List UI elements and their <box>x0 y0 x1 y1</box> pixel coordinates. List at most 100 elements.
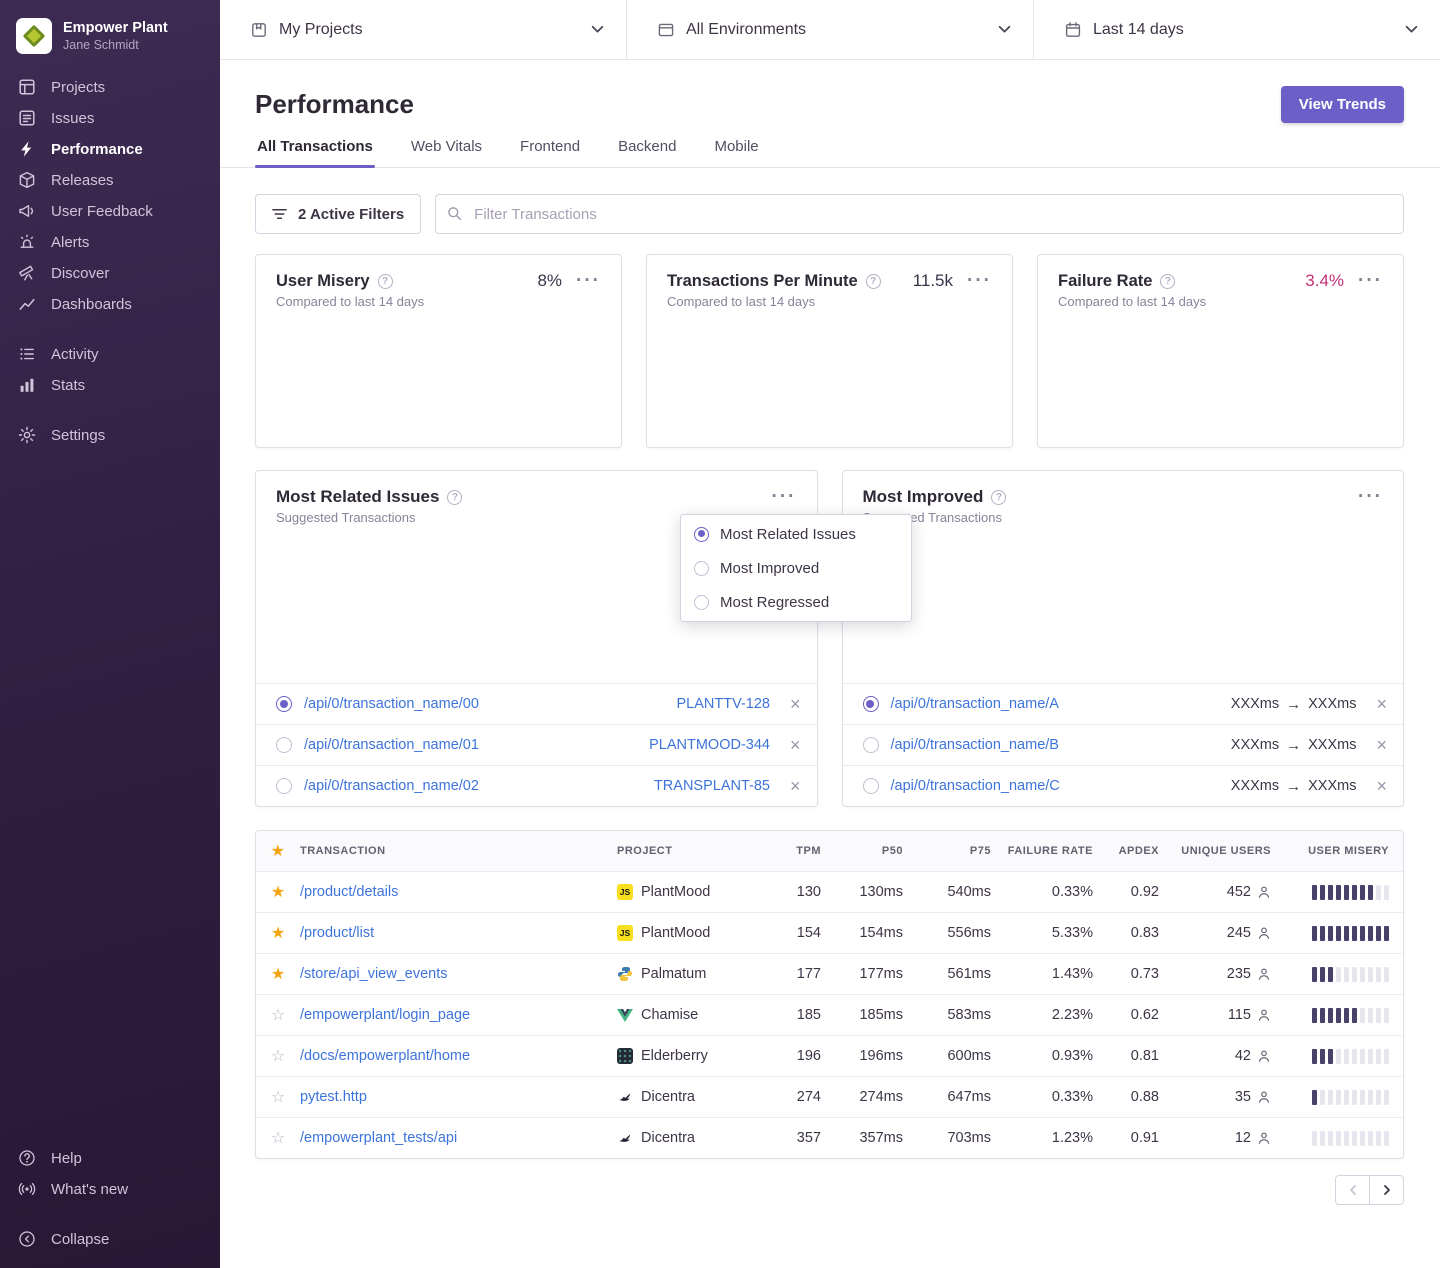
user-misery-chart[interactable] <box>276 321 601 433</box>
projects-icon <box>18 78 36 96</box>
star-icon[interactable] <box>256 1005 300 1025</box>
help-circle-icon[interactable] <box>991 490 1006 505</box>
ellipsis-menu-icon[interactable] <box>576 276 601 286</box>
active-filters-button[interactable]: 2 Active Filters <box>255 194 421 234</box>
project-filter-dropdown[interactable]: My Projects <box>220 0 627 59</box>
close-icon[interactable] <box>790 736 801 754</box>
transaction-link[interactable]: pytest.http <box>300 1089 617 1105</box>
close-icon[interactable] <box>1376 695 1387 713</box>
star-icon[interactable] <box>256 882 300 902</box>
ellipsis-menu-icon[interactable] <box>967 276 992 286</box>
tab-web-vitals[interactable]: Web Vitals <box>409 138 484 167</box>
ellipsis-menu-icon[interactable] <box>1358 492 1383 502</box>
transaction-link[interactable]: /api/0/transaction_name/A <box>891 696 1059 712</box>
table-row: /empowerplant_tests/api Dicentra 357 357… <box>256 1117 1403 1158</box>
radio-button[interactable] <box>863 737 879 753</box>
sidebar-item-issues[interactable]: Issues <box>16 105 204 131</box>
issue-link[interactable]: TRANSPLANT-85 <box>654 778 770 794</box>
transaction-link[interactable]: /api/0/transaction_name/01 <box>304 737 479 753</box>
transaction-link[interactable]: /store/api_view_events <box>300 966 617 982</box>
close-icon[interactable] <box>1376 777 1387 795</box>
most-improved-chart[interactable] <box>863 535 1384 675</box>
next-page-button[interactable] <box>1369 1175 1404 1205</box>
sidebar-item-dashboards[interactable]: Dashboards <box>16 291 204 317</box>
menu-item-most-regressed[interactable]: Most Regressed <box>681 585 911 619</box>
star-icon[interactable] <box>256 1128 300 1148</box>
help-circle-icon[interactable] <box>378 274 393 289</box>
menu-item-most-improved[interactable]: Most Improved <box>681 551 911 585</box>
date-range-dropdown[interactable]: Last 14 days <box>1034 0 1440 59</box>
help-circle-icon[interactable] <box>1160 274 1175 289</box>
view-trends-button[interactable]: View Trends <box>1281 86 1404 123</box>
tpm-chart[interactable] <box>667 321 992 433</box>
megaphone-icon <box>18 202 36 220</box>
ellipsis-menu-icon[interactable] <box>1358 276 1383 286</box>
radio-button[interactable] <box>276 696 292 712</box>
sidebar-item-alerts[interactable]: Alerts <box>16 229 204 255</box>
search-icon <box>447 206 462 226</box>
telescope-icon <box>18 264 36 282</box>
help-circle-icon[interactable] <box>447 490 462 505</box>
menu-item-most-related-issues[interactable]: Most Related Issues <box>681 517 911 551</box>
transaction-link[interactable]: /empowerplant/login_page <box>300 1007 617 1023</box>
sidebar-item-collapse[interactable]: Collapse <box>16 1226 204 1252</box>
star-icon[interactable] <box>256 964 300 984</box>
close-icon[interactable] <box>790 695 801 713</box>
help-icon <box>18 1149 36 1167</box>
transaction-link[interactable]: /api/0/transaction_name/02 <box>304 778 479 794</box>
transaction-link[interactable]: /product/list <box>300 925 617 941</box>
card-subtitle: Compared to last 14 days <box>276 294 601 309</box>
sidebar-item-help[interactable]: Help <box>16 1145 204 1171</box>
transaction-link[interactable]: /api/0/transaction_name/C <box>891 778 1060 794</box>
sidebar-item-whats-new[interactable]: What's new <box>16 1176 204 1202</box>
environment-filter-dropdown[interactable]: All Environments <box>627 0 1034 59</box>
card-title: Most Related Issues <box>276 487 439 507</box>
tab-backend[interactable]: Backend <box>616 138 678 167</box>
collapse-icon <box>18 1230 36 1248</box>
radio-button[interactable] <box>276 778 292 794</box>
sidebar-item-activity[interactable]: Activity <box>16 341 204 367</box>
tab-all-transactions[interactable]: All Transactions <box>255 138 375 167</box>
ellipsis-menu-icon[interactable] <box>772 492 797 502</box>
transaction-link[interactable]: /product/details <box>300 884 617 900</box>
transaction-link[interactable]: /docs/empowerplant/home <box>300 1048 617 1064</box>
sidebar-item-stats[interactable]: Stats <box>16 372 204 398</box>
star-icon[interactable] <box>256 1046 300 1066</box>
radio-button[interactable] <box>863 778 879 794</box>
issue-link[interactable]: PLANTTV-128 <box>676 696 770 712</box>
sidebar-item-releases[interactable]: Releases <box>16 167 204 193</box>
sidebar-item-user-feedback[interactable]: User Feedback <box>16 198 204 224</box>
transaction-link[interactable]: /api/0/transaction_name/B <box>891 737 1059 753</box>
transaction-link[interactable]: /api/0/transaction_name/00 <box>304 696 479 712</box>
failure-rate-chart[interactable] <box>1058 321 1383 433</box>
sidebar-item-settings[interactable]: Settings <box>16 422 204 448</box>
arrow-right-icon <box>1286 737 1301 754</box>
radio-button[interactable] <box>276 737 292 753</box>
transaction-link[interactable]: /empowerplant_tests/api <box>300 1130 617 1146</box>
card-subtitle: Suggested Transactions <box>843 510 1404 525</box>
sidebar-item-discover[interactable]: Discover <box>16 260 204 286</box>
org-switcher[interactable]: Empower Plant Jane Schmidt <box>0 16 220 74</box>
close-icon[interactable] <box>1376 736 1387 754</box>
radio-button <box>694 527 709 542</box>
failure-rate-card: Failure Rate 3.4% Compared to last 14 da… <box>1037 254 1404 448</box>
sidebar-item-projects[interactable]: Projects <box>16 74 204 100</box>
card-title: Transactions Per Minute <box>667 272 858 291</box>
user-misery-viz <box>1271 1090 1389 1105</box>
tab-frontend[interactable]: Frontend <box>518 138 582 167</box>
issue-link[interactable]: PLANTMOOD-344 <box>649 737 770 753</box>
list-item: /api/0/transaction_name/02 TRANSPLANT-85 <box>256 765 817 806</box>
transaction-search-input[interactable] <box>435 194 1404 234</box>
tab-mobile[interactable]: Mobile <box>712 138 760 167</box>
user-icon <box>1257 926 1271 940</box>
star-icon[interactable] <box>256 923 300 943</box>
sidebar-item-performance[interactable]: Performance <box>16 136 204 162</box>
help-circle-icon[interactable] <box>866 274 881 289</box>
close-icon[interactable] <box>790 777 801 795</box>
activity-icon <box>18 345 36 363</box>
radio-button[interactable] <box>863 696 879 712</box>
tpm-value: 11.5k <box>913 271 953 291</box>
user-icon <box>1257 1008 1271 1022</box>
star-icon[interactable] <box>256 1087 300 1107</box>
previous-page-button[interactable] <box>1335 1175 1370 1205</box>
